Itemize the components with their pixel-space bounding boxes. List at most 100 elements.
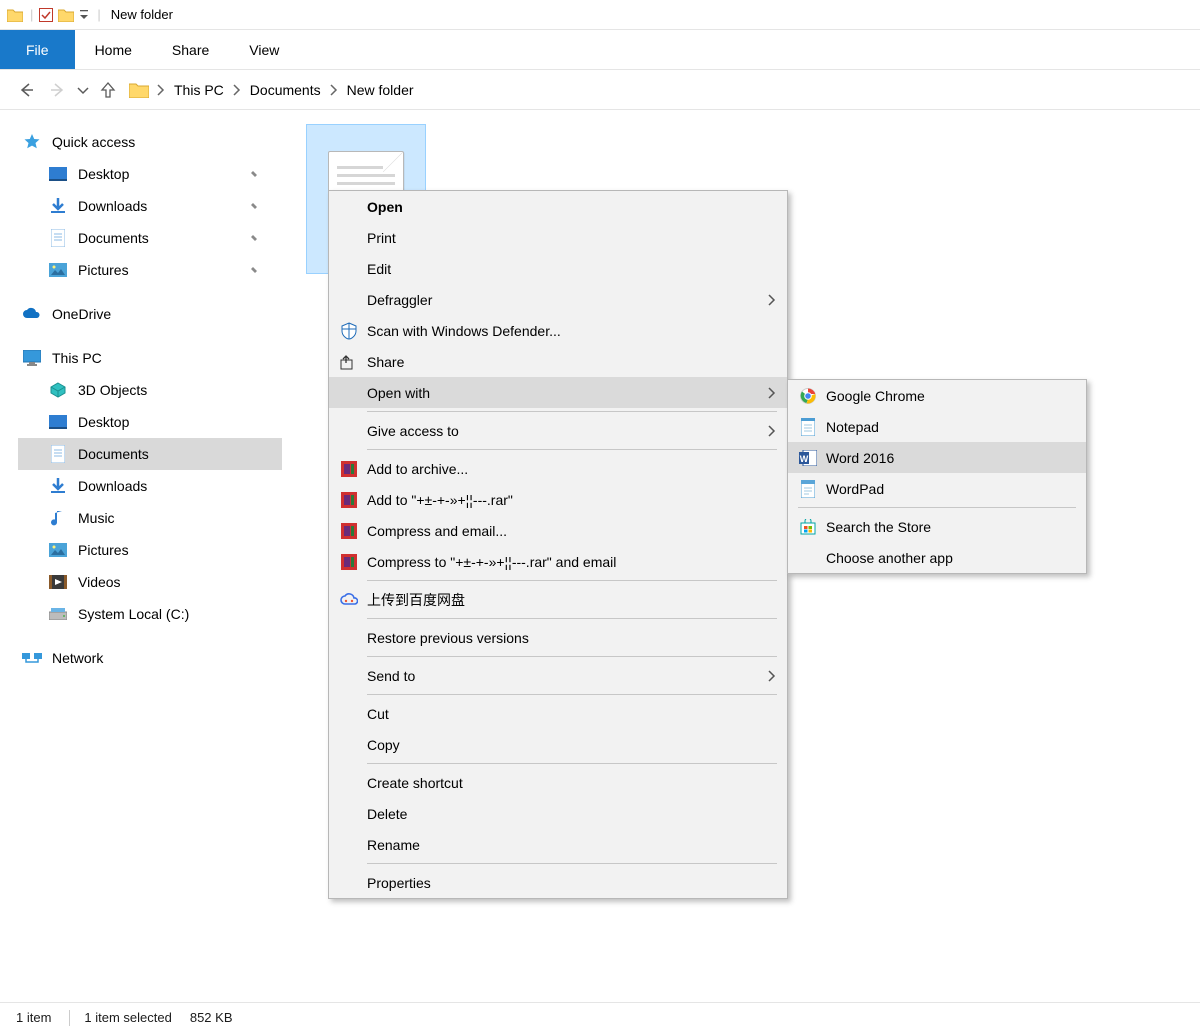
back-button[interactable] [10, 76, 42, 104]
submenu-word-2016[interactable]: WWord 2016 [788, 442, 1086, 473]
window-titlebar: | | New folder [0, 0, 1200, 30]
sidebar-item-music[interactable]: Music [18, 502, 282, 534]
status-size: 852 KB [190, 1010, 233, 1025]
sidebar-item-documents[interactable]: Documents [18, 222, 282, 254]
sidebar-item-documents-pc[interactable]: Documents [18, 438, 282, 470]
pin-icon [248, 264, 264, 276]
menu-baidu-upload[interactable]: 上传到百度网盘 [329, 584, 787, 615]
document-icon [48, 228, 68, 248]
menu-delete[interactable]: Delete [329, 798, 787, 829]
menu-separator [367, 694, 777, 695]
up-button[interactable] [92, 76, 124, 104]
pin-icon [248, 168, 264, 180]
chevron-right-icon [767, 424, 777, 438]
notepad-icon [796, 417, 820, 437]
folder-icon [128, 79, 150, 101]
menu-open[interactable]: Open [329, 191, 787, 222]
baidu-icon [337, 590, 361, 610]
menu-windows-defender[interactable]: Scan with Windows Defender... [329, 315, 787, 346]
tab-view[interactable]: View [229, 30, 299, 69]
submenu-choose-app[interactable]: Choose another app [788, 542, 1086, 573]
chevron-right-icon[interactable] [327, 83, 341, 97]
sidebar-onedrive[interactable]: OneDrive [18, 298, 282, 330]
chevron-right-icon [767, 669, 777, 683]
menu-add-to-archive[interactable]: Add to archive... [329, 453, 787, 484]
sidebar-quick-access[interactable]: Quick access [18, 126, 282, 158]
sidebar-item-downloads[interactable]: Downloads [18, 190, 282, 222]
checkbox-icon[interactable] [37, 6, 55, 24]
tab-share[interactable]: Share [152, 30, 229, 69]
sidebar-item-pictures-pc[interactable]: Pictures [18, 534, 282, 566]
chevron-right-icon[interactable] [154, 83, 168, 97]
submenu-wordpad[interactable]: WordPad [788, 473, 1086, 504]
download-icon [48, 476, 68, 496]
menu-edit[interactable]: Edit [329, 253, 787, 284]
titlebar-separator-2: | [97, 7, 100, 22]
sidebar-this-pc[interactable]: This PC [18, 342, 282, 374]
menu-compress-to-rar-email[interactable]: Compress to "+±-+-»+¦¦---.rar" and email [329, 546, 787, 577]
recent-dropdown[interactable] [74, 76, 92, 104]
breadcrumb[interactable]: This PC Documents New folder [128, 78, 1190, 102]
breadcrumb-segment[interactable]: This PC [168, 78, 230, 102]
document-icon [48, 444, 68, 464]
submenu-notepad[interactable]: Notepad [788, 411, 1086, 442]
menu-open-with[interactable]: Open with [329, 377, 787, 408]
navigation-pane: Quick access Desktop Downloads Documents… [0, 110, 282, 1002]
menu-share[interactable]: Share [329, 346, 787, 377]
menu-rename[interactable]: Rename [329, 829, 787, 860]
sidebar-item-videos[interactable]: Videos [18, 566, 282, 598]
menu-defraggler[interactable]: Defraggler [329, 284, 787, 315]
dropdown-icon[interactable] [77, 6, 91, 24]
breadcrumb-segment[interactable]: Documents [244, 78, 327, 102]
chevron-right-icon [767, 386, 777, 400]
cube-icon [48, 380, 68, 400]
folder-small-icon[interactable] [57, 6, 75, 24]
menu-separator [367, 863, 777, 864]
star-icon [22, 132, 42, 152]
menu-send-to[interactable]: Send to [329, 660, 787, 691]
menu-separator [367, 763, 777, 764]
download-icon [48, 196, 68, 216]
desktop-icon [48, 164, 68, 184]
menu-copy[interactable]: Copy [329, 729, 787, 760]
menu-cut[interactable]: Cut [329, 698, 787, 729]
menu-separator [367, 411, 777, 412]
music-icon [48, 508, 68, 528]
sidebar-item-drive-c[interactable]: System Local (C:) [18, 598, 282, 630]
menu-create-shortcut[interactable]: Create shortcut [329, 767, 787, 798]
sidebar-item-desktop2[interactable]: Desktop [18, 406, 282, 438]
tab-home[interactable]: Home [75, 30, 152, 69]
navigation-bar: This PC Documents New folder [0, 70, 1200, 110]
wordpad-icon [796, 479, 820, 499]
sidebar-item-pictures[interactable]: Pictures [18, 254, 282, 286]
pc-icon [22, 348, 42, 368]
menu-print[interactable]: Print [329, 222, 787, 253]
winrar-icon [337, 459, 361, 479]
ribbon-tabs: File Home Share View [0, 30, 1200, 70]
status-selection: 1 item selected [84, 1010, 171, 1025]
chevron-right-icon [767, 293, 777, 307]
pin-icon [248, 200, 264, 212]
forward-button[interactable] [42, 76, 74, 104]
menu-restore-versions[interactable]: Restore previous versions [329, 622, 787, 653]
sidebar-item-downloads-pc[interactable]: Downloads [18, 470, 282, 502]
sidebar-item-desktop[interactable]: Desktop [18, 158, 282, 190]
submenu-search-store[interactable]: Search the Store [788, 511, 1086, 542]
video-icon [48, 572, 68, 592]
context-menu: Open Print Edit Defraggler Scan with Win… [328, 190, 788, 899]
tab-file[interactable]: File [0, 30, 75, 69]
chrome-icon [796, 386, 820, 406]
menu-give-access-to[interactable]: Give access to [329, 415, 787, 446]
desktop-icon [48, 412, 68, 432]
submenu-chrome[interactable]: Google Chrome [788, 380, 1086, 411]
chevron-right-icon[interactable] [230, 83, 244, 97]
winrar-icon [337, 552, 361, 572]
menu-add-to-rar[interactable]: Add to "+±-+-»+¦¦---.rar" [329, 484, 787, 515]
breadcrumb-segment[interactable]: New folder [341, 78, 420, 102]
menu-compress-email[interactable]: Compress and email... [329, 515, 787, 546]
sidebar-item-3d-objects[interactable]: 3D Objects [18, 374, 282, 406]
menu-properties[interactable]: Properties [329, 867, 787, 898]
status-bar: 1 item 1 item selected 852 KB [0, 1002, 1200, 1032]
sidebar-network[interactable]: Network [18, 642, 282, 674]
menu-separator [367, 449, 777, 450]
